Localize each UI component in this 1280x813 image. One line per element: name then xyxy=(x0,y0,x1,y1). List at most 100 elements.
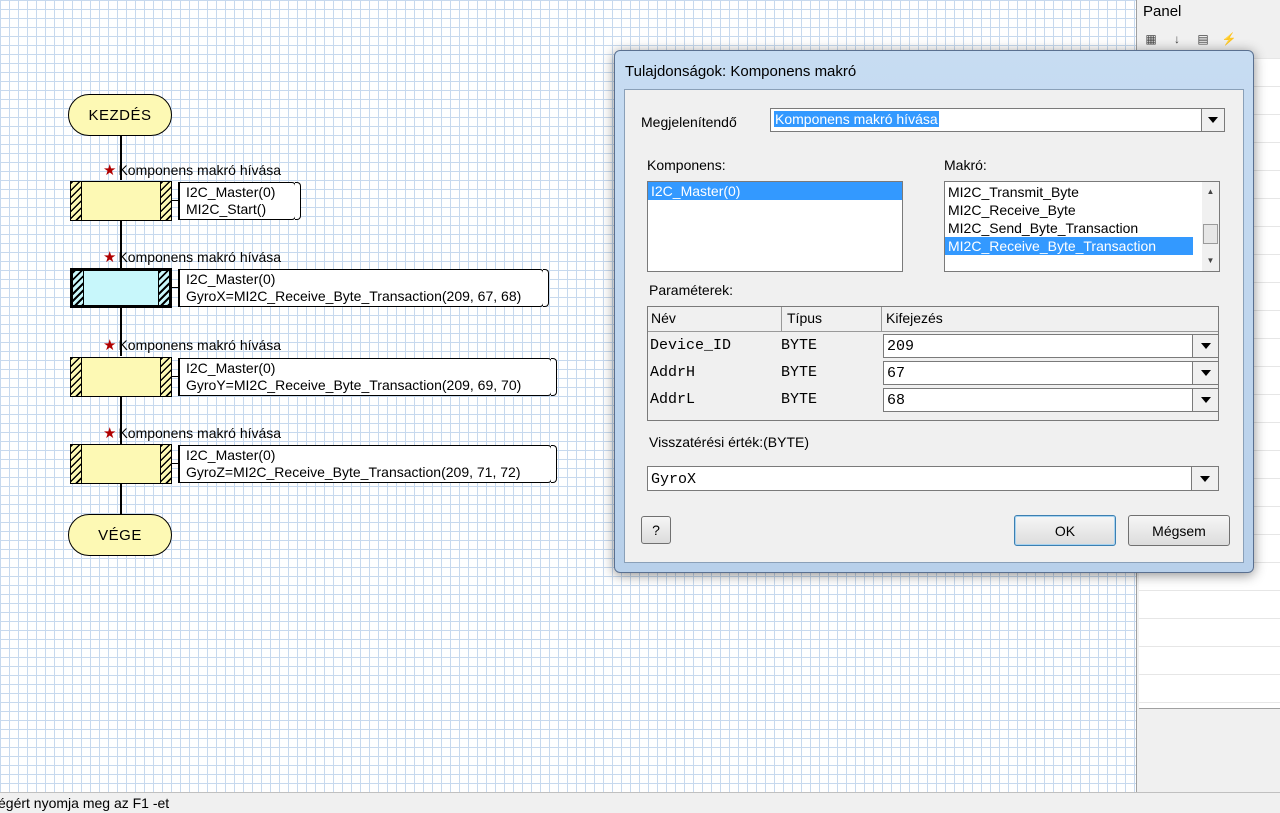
panel-description xyxy=(1139,708,1280,793)
return-combo[interactable]: GyroX xyxy=(647,466,1219,491)
comment-line: I2C_Master(0) xyxy=(186,447,276,463)
param-value: 67 xyxy=(887,365,906,382)
help-button[interactable]: ? xyxy=(641,516,671,544)
macro-block-4[interactable] xyxy=(70,444,172,484)
hatch-right xyxy=(160,445,171,483)
macro-comment-1: I2C_Master(0) MI2C_Start() xyxy=(178,182,301,220)
panel-title: Panel xyxy=(1143,3,1182,20)
status-bar: égért nyomja meg az F1 -et xyxy=(0,792,1280,813)
hatch-right xyxy=(160,358,171,396)
macro-comment-3: I2C_Master(0) GyroY=MI2C_Receive_Byte_Tr… xyxy=(178,358,557,396)
chevron-down-icon xyxy=(1200,475,1210,482)
macro-item[interactable]: MI2C_Transmit_Byte xyxy=(945,183,1196,201)
breakpoint-star-icon: ★ xyxy=(103,249,117,266)
macro-list-scrollbar[interactable]: ▲ ▼ xyxy=(1202,182,1219,271)
params-grid-header: Név Típus Kifejezés xyxy=(648,307,1218,332)
macro-call-text: Komponens makró hívása xyxy=(118,337,282,353)
param-name: Device_ID xyxy=(650,337,732,354)
hatch-left xyxy=(71,358,82,396)
chevron-down-icon xyxy=(1200,343,1211,349)
ok-button-label: OK xyxy=(1054,522,1076,539)
hatch-right xyxy=(160,182,171,220)
breakpoint-star-icon: ★ xyxy=(103,425,117,442)
col-header-expr: Kifejezés xyxy=(886,310,943,326)
macro-item[interactable]: MI2C_Send_Byte_Transaction xyxy=(945,219,1196,237)
scroll-down-icon[interactable]: ▼ xyxy=(1202,253,1219,269)
display-value: Komponens makró hívása xyxy=(774,111,939,127)
hatch-right xyxy=(158,271,169,305)
return-dropdown-button[interactable] xyxy=(1191,466,1219,491)
comment-line: GyroZ=MI2C_Receive_Byte_Transaction(209,… xyxy=(186,464,521,480)
param-value-combo[interactable]: 68 xyxy=(883,388,1219,412)
param-dropdown-button[interactable] xyxy=(1192,388,1219,412)
scroll-thumb[interactable] xyxy=(1203,224,1218,244)
macro-call-label: ★ Komponens makró hívása xyxy=(103,336,281,354)
params-grid[interactable]: Név Típus Kifejezés Device_ID BYTE 209 A… xyxy=(647,306,1219,421)
macro-item[interactable]: MI2C_Receive_Byte xyxy=(945,201,1196,219)
param-value: 209 xyxy=(887,338,915,355)
scroll-up-icon[interactable]: ▲ xyxy=(1202,184,1219,200)
component-label: Komponens: xyxy=(647,157,726,173)
param-type: BYTE xyxy=(781,364,818,381)
macro-call-text: Komponens makró hívása xyxy=(118,425,282,441)
comment-line: GyroX=MI2C_Receive_Byte_Transaction(209,… xyxy=(186,288,522,304)
param-dropdown-button[interactable] xyxy=(1192,361,1219,385)
col-separator xyxy=(881,307,882,331)
status-text: égért nyomja meg az F1 -et xyxy=(0,795,170,811)
param-row: AddrH BYTE 67 xyxy=(648,359,1219,386)
macro-call-text: Komponens makró hívása xyxy=(118,162,282,178)
macro-call-label: ★ Komponens makró hívása xyxy=(103,424,281,442)
macro-call-label: ★ Komponens makró hívása xyxy=(103,161,281,179)
breakpoint-star-icon: ★ xyxy=(103,162,117,179)
macro-comment-2: I2C_Master(0) GyroX=MI2C_Receive_Byte_Tr… xyxy=(178,269,549,307)
cancel-button[interactable]: Mégsem xyxy=(1128,515,1230,546)
comment-line: GyroY=MI2C_Receive_Byte_Transaction(209,… xyxy=(186,377,522,393)
dialog-body: Megjelenítendő Komponens makró hívása Ko… xyxy=(624,89,1244,563)
properties-dialog: Tulajdonságok: Komponens makró Megjelení… xyxy=(614,50,1254,573)
sort-alpha-icon[interactable]: ↓ xyxy=(1169,31,1185,47)
param-type: BYTE xyxy=(781,391,818,408)
dialog-title: Tulajdonságok: Komponens makró xyxy=(625,63,857,80)
breakpoint-star-icon: ★ xyxy=(103,337,117,354)
hatch-left xyxy=(71,445,82,483)
events-icon[interactable]: ⚡ xyxy=(1221,31,1237,47)
macro-call-text: Komponens makró hívása xyxy=(118,249,282,265)
macro-block-3[interactable] xyxy=(70,357,172,397)
macro-block-1[interactable] xyxy=(70,181,172,221)
macro-comment-4: I2C_Master(0) GyroZ=MI2C_Receive_Byte_Tr… xyxy=(178,445,557,483)
start-terminal[interactable]: KEZDÉS xyxy=(68,94,172,136)
comment-line: I2C_Master(0) xyxy=(186,184,276,200)
param-row: AddrL BYTE 68 xyxy=(648,386,1219,413)
help-button-label: ? xyxy=(652,522,660,538)
macro-list[interactable]: MI2C_Transmit_Byte MI2C_Receive_Byte MI2… xyxy=(944,181,1220,272)
end-terminal[interactable]: VÉGE xyxy=(68,514,172,556)
params-label: Paraméterek: xyxy=(649,282,734,298)
comment-line: I2C_Master(0) xyxy=(186,360,276,376)
return-label: Visszatérési érték:(BYTE) xyxy=(649,434,810,450)
chevron-down-icon xyxy=(1200,397,1211,403)
categorized-icon[interactable]: ▦ xyxy=(1143,31,1159,47)
macro-block-2[interactable] xyxy=(70,268,172,308)
comment-line: I2C_Master(0) xyxy=(186,271,276,287)
col-header-name: Név xyxy=(651,310,676,326)
display-dropdown-button[interactable] xyxy=(1201,108,1225,132)
property-pages-icon[interactable]: ▤ xyxy=(1195,31,1211,47)
param-type: BYTE xyxy=(781,337,818,354)
ok-button[interactable]: OK xyxy=(1014,515,1116,546)
param-name: AddrL xyxy=(650,391,696,408)
macro-item[interactable]: MI2C_Receive_Byte_Transaction xyxy=(945,237,1193,255)
cancel-button-label: Mégsem xyxy=(1152,522,1206,539)
component-list[interactable]: I2C_Master(0) xyxy=(647,181,903,272)
display-combo[interactable]: Komponens makró hívása xyxy=(770,108,1225,132)
param-value-combo[interactable]: 209 xyxy=(883,334,1219,358)
param-dropdown-button[interactable] xyxy=(1192,334,1219,358)
component-item[interactable]: I2C_Master(0) xyxy=(648,182,902,200)
param-value-combo[interactable]: 67 xyxy=(883,361,1219,385)
flow-line xyxy=(120,484,122,514)
return-value: GyroX xyxy=(651,471,697,488)
param-name: AddrH xyxy=(650,364,696,381)
col-separator xyxy=(781,307,782,331)
display-label: Megjelenítendő xyxy=(641,114,737,130)
chevron-down-icon xyxy=(1200,370,1211,376)
chevron-down-icon xyxy=(1208,117,1218,123)
